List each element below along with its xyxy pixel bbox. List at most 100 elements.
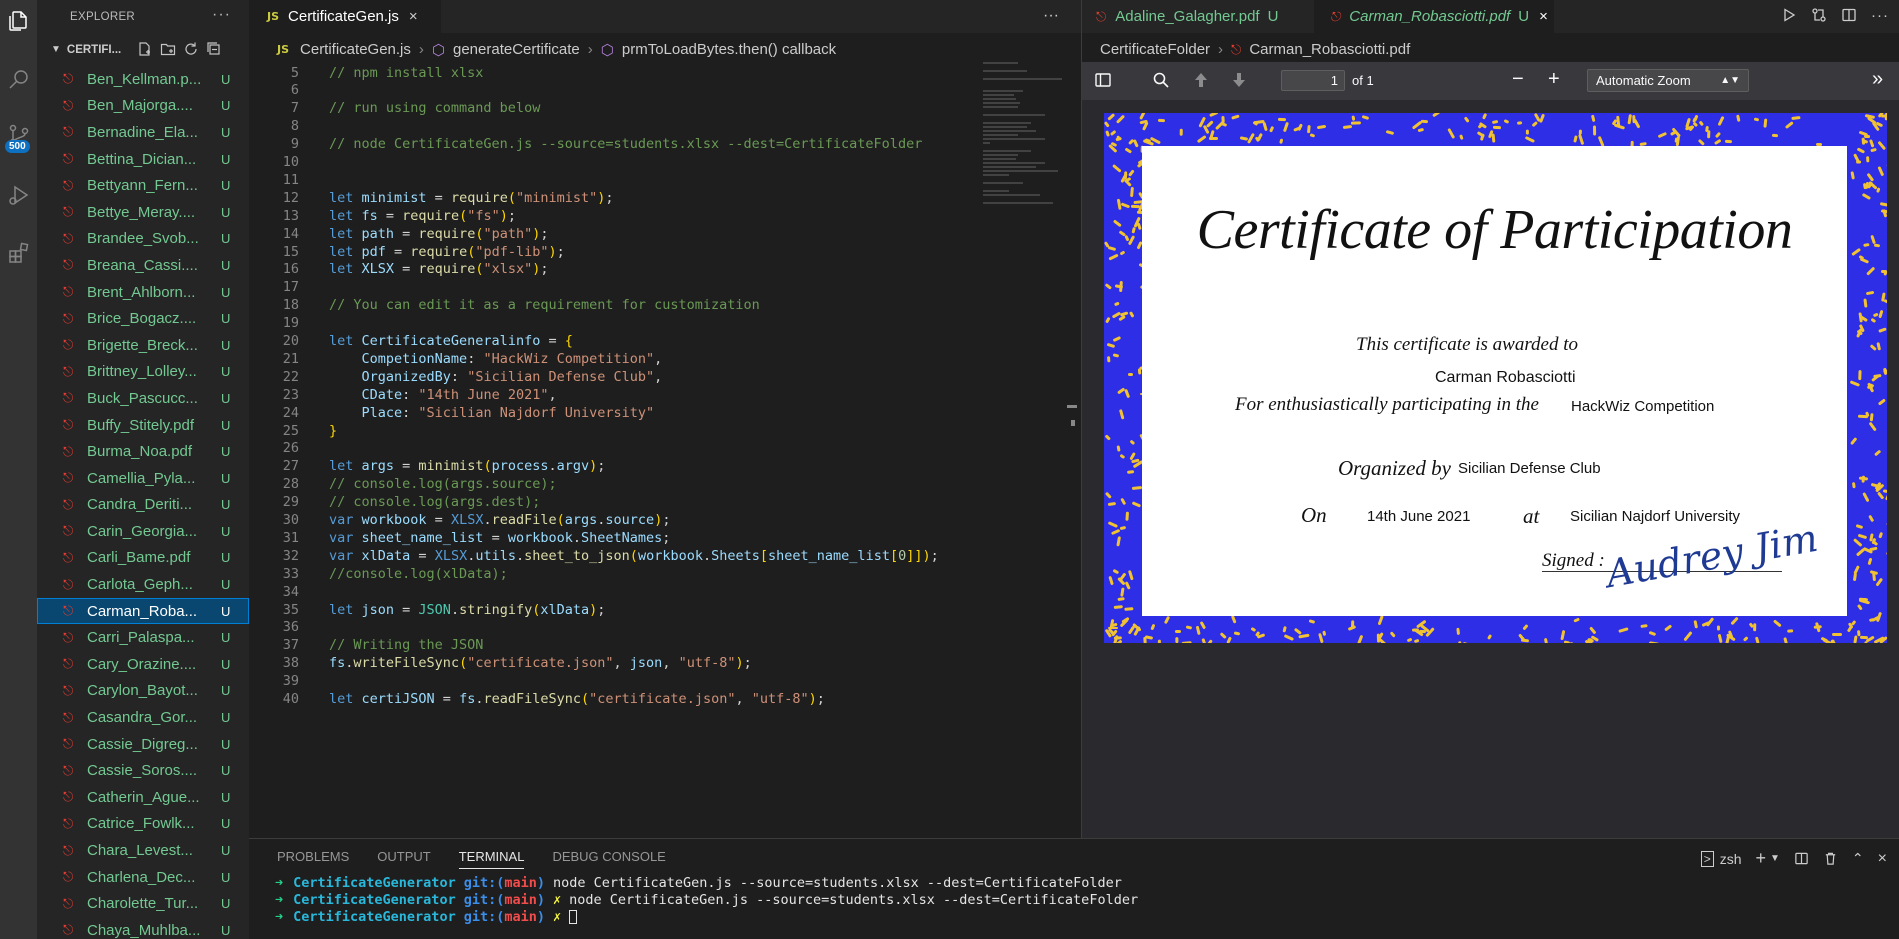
zoom-in-icon[interactable]: +	[1548, 68, 1560, 91]
next-page-icon[interactable]	[1230, 71, 1248, 89]
search-icon[interactable]	[6, 66, 31, 91]
breadcrumb-folder[interactable]: CertificateFolder	[1100, 41, 1210, 58]
code-token: JSON	[418, 601, 451, 618]
file-item[interactable]: ⎋ Cary_Orazine.... U	[37, 651, 249, 678]
more-actions-icon[interactable]: ···	[1871, 7, 1889, 24]
terminal-output[interactable]: ➜ CertificateGenerator git:(main) node Cert…	[249, 874, 1899, 925]
split-terminal-icon[interactable]	[1794, 851, 1809, 866]
explorer-more-button[interactable]: ···	[212, 6, 231, 24]
pdf-page-area[interactable]: Certificate of Participation This certif…	[1082, 100, 1899, 838]
file-name: Brandee_Svob...	[87, 230, 199, 248]
file-item[interactable]: ⎋ Catherin_Ague... U	[37, 784, 249, 811]
file-item[interactable]: ⎋ Carlota_Geph... U	[37, 571, 249, 598]
file-item[interactable]: ⎋ Candra_Deriti... U	[37, 492, 249, 519]
file-item[interactable]: ⎋ Ben_Kellman.p... U	[37, 66, 249, 93]
zoom-out-icon[interactable]: −	[1512, 68, 1524, 91]
run-debug-icon[interactable]	[6, 182, 31, 207]
file-item[interactable]: ⎋ Brent_Ahlborn... U	[37, 279, 249, 306]
file-item[interactable]: ⎋ Casandra_Gor... U	[37, 704, 249, 731]
breadcrumb-function[interactable]: generateCertificate	[453, 41, 580, 58]
file-item[interactable]: ⎋ Brigette_Breck... U	[37, 332, 249, 359]
file-item[interactable]: ⎋ Ben_Majorga.... U	[37, 93, 249, 120]
file-item[interactable]: ⎋ Bettye_Meray.... U	[37, 199, 249, 226]
code-token: fs	[329, 655, 346, 672]
file-item[interactable]: ⎋ Breana_Cassi.... U	[37, 252, 249, 279]
zoom-select[interactable]: Automatic Zoom ▲▼	[1587, 69, 1749, 92]
new-folder-icon[interactable]	[160, 41, 176, 57]
tab-carman-robasciotti[interactable]: ⎋ Carman_Robasciotti.pdf U ×	[1314, 0, 1554, 33]
minimap[interactable]	[983, 62, 1071, 262]
file-item[interactable]: ⎋ Buck_Pascucc... U	[37, 385, 249, 412]
sidebar-toggle-icon[interactable]	[1094, 71, 1112, 89]
code-token: //console.log(xlData);	[329, 565, 508, 582]
prompt-git: git:(	[463, 908, 505, 925]
new-file-icon[interactable]	[137, 41, 153, 57]
file-item[interactable]: ⎋ Brice_Bogacz.... U	[37, 305, 249, 332]
file-item[interactable]: ⎋ Carylon_Bayot... U	[37, 678, 249, 705]
tools-expand-icon[interactable]: »	[1872, 68, 1883, 91]
untracked-badge: U	[221, 816, 231, 832]
collapse-all-icon[interactable]	[206, 41, 222, 57]
file-name: Candra_Deriti...	[87, 496, 193, 514]
close-panel-icon[interactable]: ×	[1878, 850, 1887, 868]
tab-problems[interactable]: PROBLEMS	[277, 849, 349, 864]
breadcrumb-file[interactable]: Carman_Robasciotti.pdf	[1249, 41, 1410, 58]
file-name: Chaya_Muhlba...	[87, 921, 201, 939]
file-item[interactable]: ⎋ Camellia_Pyla... U	[37, 465, 249, 492]
chevron-down-icon[interactable]: ▼	[1770, 853, 1780, 864]
explorer-icon[interactable]	[6, 8, 31, 33]
file-item[interactable]: ⎋ Cassie_Digreg... U	[37, 731, 249, 758]
trash-icon[interactable]	[1823, 851, 1838, 866]
tab-output[interactable]: OUTPUT	[377, 849, 430, 864]
file-item[interactable]: ⎋ Brittney_Lolley... U	[37, 359, 249, 386]
code-text: let minimist = require("minimist");	[329, 190, 614, 206]
file-item[interactable]: ⎋ Bettina_Dician... U	[37, 146, 249, 173]
find-icon[interactable]	[1152, 71, 1170, 89]
folder-header[interactable]: ▼ CERTIFI...	[37, 33, 249, 66]
code-token: let	[329, 225, 362, 242]
file-item[interactable]: ⎋ Burma_Noa.pdf U	[37, 438, 249, 465]
breadcrumb-file[interactable]: CertificateGen.js	[300, 41, 411, 58]
close-icon[interactable]: ×	[1539, 8, 1548, 25]
file-item[interactable]: ⎋ Brandee_Svob... U	[37, 226, 249, 253]
refresh-icon[interactable]	[183, 41, 199, 57]
border-confetti	[1283, 121, 1289, 133]
maximize-panel-icon[interactable]: ⌃	[1852, 850, 1864, 867]
file-item[interactable]: ⎋ Catrice_Fowlk... U	[37, 811, 249, 838]
border-confetti	[1463, 116, 1470, 123]
file-item[interactable]: ⎋ Chaya_Muhlba... U	[37, 917, 249, 939]
file-item[interactable]: ⎋ Charlena_Dec... U	[37, 864, 249, 891]
tab-terminal[interactable]: TERMINAL	[458, 849, 525, 869]
code-text: fs.writeFileSync("certificate.json", jso…	[329, 655, 752, 671]
file-item[interactable]: ⎋ Cassie_Soros.... U	[37, 757, 249, 784]
file-item[interactable]: ⎋ Bettyann_Fern... U	[37, 172, 249, 199]
file-item[interactable]: ⎋ Chara_Levest... U	[37, 837, 249, 864]
tab-certificategen-js[interactable]: JS CertificateGen.js ×	[249, 0, 441, 33]
file-item[interactable]: ⎋ Carri_Palaspa... U	[37, 624, 249, 651]
file-item[interactable]: ⎋ Carman_Roba... U	[37, 597, 249, 625]
split-editor-icon[interactable]	[1841, 7, 1857, 23]
editor-more-button[interactable]: ···	[1043, 7, 1059, 25]
border-confetti	[1113, 605, 1123, 609]
file-item[interactable]: ⎋ Carin_Georgia... U	[37, 518, 249, 545]
border-confetti	[1277, 117, 1286, 121]
file-item[interactable]: ⎋ Carli_Bame.pdf U	[37, 545, 249, 572]
file-item[interactable]: ⎋ Buffy_Stitely.pdf U	[37, 412, 249, 439]
border-confetti	[1523, 624, 1529, 631]
code-area[interactable]: 5 // npm install xlsx 6 7 // run using comma…	[249, 62, 1081, 838]
line-number: 37	[282, 637, 299, 654]
file-item[interactable]: ⎋ Bernadine_Ela... U	[37, 119, 249, 146]
tab-adaline-galagher[interactable]: ⎋ Adaline_Galagher.pdf U	[1096, 0, 1278, 33]
border-confetti	[1591, 114, 1596, 122]
close-icon[interactable]: ×	[409, 8, 418, 25]
new-terminal-icon[interactable]: +	[1756, 848, 1767, 869]
page-number-input[interactable]: 1	[1281, 70, 1345, 91]
previous-page-icon[interactable]	[1192, 71, 1210, 89]
shell-name[interactable]: zsh	[1720, 851, 1742, 867]
tab-debug-console[interactable]: DEBUG CONSOLE	[552, 849, 665, 864]
breadcrumb-callback[interactable]: prmToLoadBytes.then() callback	[622, 41, 836, 58]
run-icon[interactable]	[1781, 7, 1797, 23]
file-item[interactable]: ⎋ Charolette_Tur... U	[37, 890, 249, 917]
extensions-icon[interactable]	[6, 240, 31, 265]
compare-changes-icon[interactable]	[1811, 7, 1827, 23]
